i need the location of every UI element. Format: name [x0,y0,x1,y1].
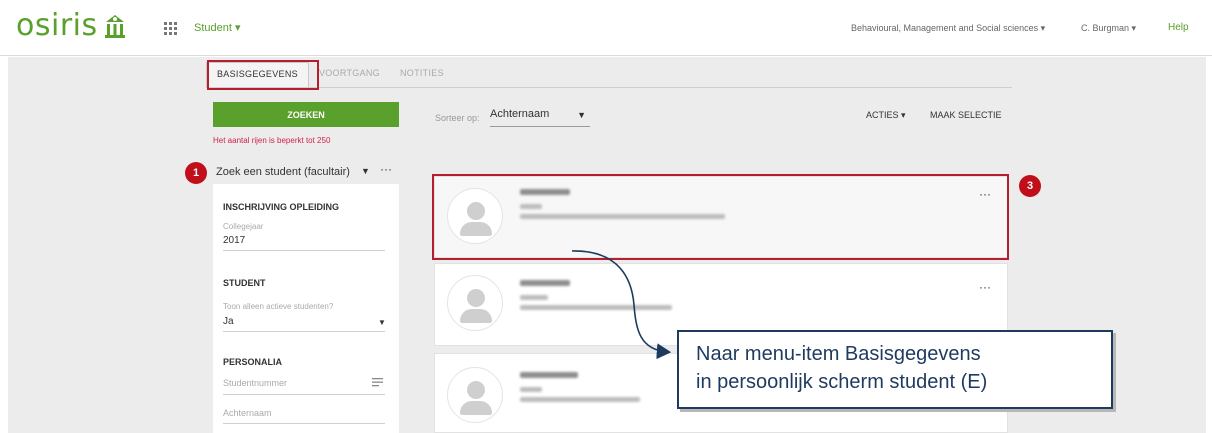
callout-line-2: in persoonlijk scherm student (E) [696,371,988,393]
callout-line-1: Naar menu-item Basisgegevens [696,343,981,365]
instruction-callout: Naar menu-item Basisgegevens in persoonl… [677,330,1113,409]
app-root: osiris Student ▾ Behavioural, Management… [0,0,1212,433]
